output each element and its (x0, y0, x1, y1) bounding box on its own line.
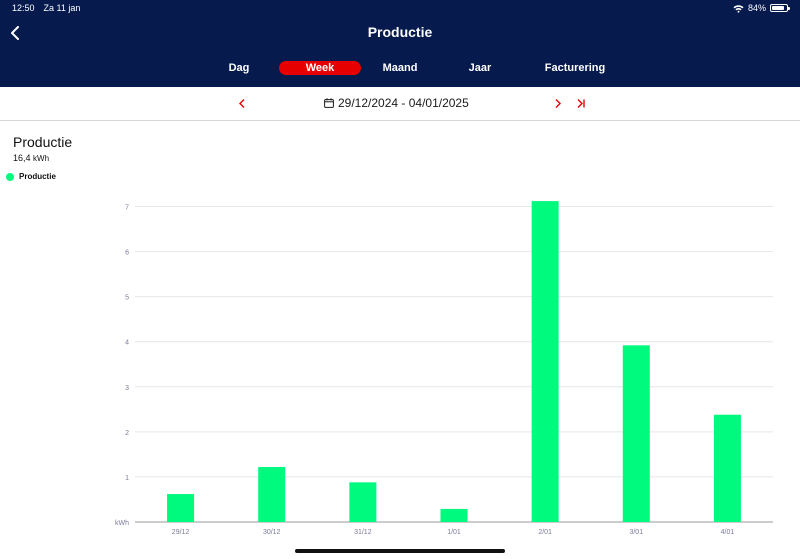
bar (713, 414, 741, 522)
tab-jaar[interactable]: Jaar (455, 61, 505, 75)
bar (167, 494, 195, 522)
bar (531, 201, 559, 522)
period-tabs: Dag Week Maand Jaar Facturering (0, 61, 800, 75)
y-tick-label: 1 (125, 475, 129, 482)
y-tick-label: 3 (125, 385, 129, 392)
date-range-label: 29/12/2024 - 04/01/2025 (338, 96, 469, 110)
chart-legend: Productie (6, 172, 56, 181)
status-time: 12:50 (12, 3, 35, 13)
total-production: 16,4 kWh (13, 153, 49, 163)
x-tick-label: 29/12 (172, 529, 190, 536)
y-tick-label: 5 (125, 295, 129, 302)
y-axis-label: kWh (115, 520, 129, 527)
tab-facturering[interactable]: Facturering (520, 61, 630, 75)
y-tick-label: 2 (125, 430, 129, 437)
total-unit: kWh (33, 154, 50, 163)
bar (622, 345, 650, 522)
top-bar: 12:50 Za 11 jan 84% Productie Dag Week Ma… (0, 0, 800, 87)
last-period-button[interactable] (574, 96, 588, 110)
legend-marker (6, 172, 14, 181)
next-period-button[interactable] (551, 96, 565, 110)
home-indicator[interactable] (295, 549, 505, 553)
status-date: Za 11 jan (43, 3, 81, 13)
x-tick-label: 30/12 (263, 529, 281, 536)
status-bar: 12:50 Za 11 jan (12, 3, 80, 13)
calendar-icon (324, 98, 334, 108)
production-bar-chart: 1 2 3 4 5 6 7 kWh 29/12 30/12 31/12 1/01 2/01 3/01 4/0… (115, 201, 773, 536)
x-tick-label: 1/01 (447, 529, 461, 536)
bar (349, 482, 377, 522)
chevron-left-icon (239, 98, 245, 108)
date-range-picker[interactable]: 29/12/2024 - 04/01/2025 (324, 96, 469, 110)
tab-week[interactable]: Week (279, 61, 361, 75)
date-navigation-bar: 29/12/2024 - 04/01/2025 (0, 87, 800, 121)
skip-to-end-icon (577, 98, 585, 108)
battery-percentage: 84% (747, 3, 766, 13)
page-title: Productie (367, 24, 433, 40)
chart-title: Productie (13, 134, 73, 150)
status-indicators: 84% (733, 3, 790, 13)
y-tick-label: 4 (125, 340, 129, 347)
wifi-icon (733, 4, 744, 13)
x-tick-label: 31/12 (354, 529, 372, 536)
tab-maand[interactable]: Maand (371, 61, 429, 75)
y-tick-label: 7 (125, 205, 129, 212)
x-tick-label: 4/01 (721, 529, 735, 536)
previous-period-button[interactable] (235, 96, 249, 110)
tab-dag[interactable]: Dag (216, 61, 262, 75)
x-tick-label: 2/01 (538, 529, 552, 536)
total-value: 16,4 (13, 153, 31, 163)
chevron-right-icon (555, 98, 561, 108)
battery-icon (770, 4, 790, 12)
legend-label: Productie (19, 172, 56, 181)
y-tick-label: 6 (125, 250, 129, 257)
bar (440, 508, 468, 522)
x-tick-label: 3/01 (629, 529, 643, 536)
bar (258, 467, 286, 522)
